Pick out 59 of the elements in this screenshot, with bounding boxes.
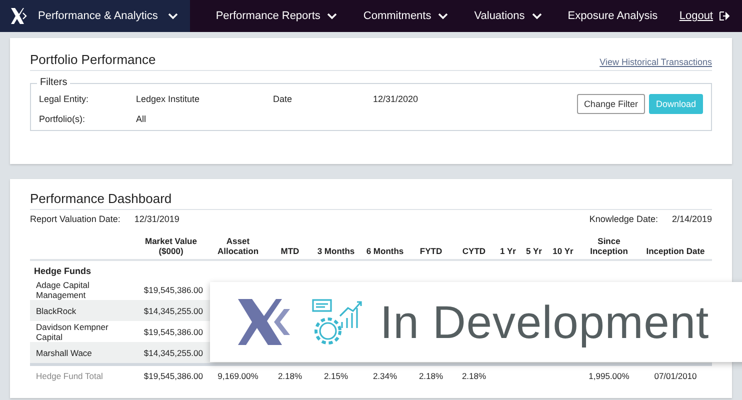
table-cell-text: 2.34% bbox=[372, 371, 398, 381]
table-cell-text: $19,545,386.00 bbox=[142, 371, 204, 381]
nav-menu[interactable]: Performance Reports bbox=[216, 10, 338, 22]
logo-icon bbox=[10, 7, 28, 25]
table-cell-text: 2.18% bbox=[276, 371, 304, 381]
fund-name: Adage Capital Management bbox=[35, 280, 90, 300]
column-header: Inception Date bbox=[645, 246, 706, 256]
logout-link[interactable]: Logout bbox=[679, 10, 713, 22]
table-cell-text: $14,345,255.00 bbox=[142, 348, 204, 358]
column-header: 10 Yr bbox=[552, 246, 574, 256]
status-text: In Development bbox=[380, 295, 710, 349]
column-header: Since Inception bbox=[589, 236, 629, 256]
table-cell-text: $19,545,386.00 bbox=[142, 326, 204, 336]
filter-label: Legal Entity: bbox=[39, 94, 90, 104]
fund-name: Marshall Wace bbox=[35, 348, 93, 358]
date-value: 2/14/2019 bbox=[672, 214, 712, 224]
date-label: Report Valuation Date: bbox=[30, 214, 120, 224]
table-cell-text: 2.18% bbox=[418, 371, 444, 381]
logout-icon bbox=[719, 11, 730, 21]
filter-label: Portfolio(s): bbox=[39, 114, 86, 124]
section-title: Portfolio Performance bbox=[30, 52, 156, 67]
column-header: 3 Months bbox=[316, 246, 356, 256]
column-header: FYTD bbox=[418, 246, 444, 256]
table-cell-text: 2.15% bbox=[322, 371, 350, 381]
column-header: Market Value ($000) bbox=[144, 236, 198, 256]
fund-name: BlackRock bbox=[35, 306, 78, 316]
table-cell-text: 2.18% bbox=[460, 371, 488, 381]
table-cell-text: $19,545,386.00 bbox=[142, 284, 204, 294]
table-cell-text: 07/01/2010 bbox=[653, 371, 698, 381]
nav-menu[interactable]: Commitments bbox=[363, 10, 448, 22]
total-label: Hedge Fund Total bbox=[35, 371, 104, 381]
history-link[interactable]: View Historical Transactions bbox=[600, 57, 712, 67]
table-cell-text: 1,995.00% bbox=[588, 371, 630, 381]
filter-value: All bbox=[136, 114, 148, 124]
column-header: CYTD bbox=[461, 246, 487, 256]
column-header: 1 Yr bbox=[499, 246, 517, 256]
chevron-down-icon bbox=[438, 12, 448, 20]
group-heading: Hedge Funds bbox=[33, 265, 92, 278]
filter-value: Ledgex Institute bbox=[136, 94, 201, 104]
nav-menu[interactable]: Valuations bbox=[474, 10, 542, 22]
change-filter-button[interactable]: Change Filter bbox=[576, 94, 645, 114]
column-header: MTD bbox=[280, 246, 300, 256]
column-header: 5 Yr bbox=[525, 246, 543, 256]
section-title: Performance Dashboard bbox=[30, 191, 172, 206]
column-header: Asset Allocation bbox=[216, 236, 260, 256]
table-cell-text: 9,169.00% bbox=[216, 371, 260, 381]
column-header: 6 Months bbox=[365, 246, 405, 256]
table-cell-text: $14,345,255.00 bbox=[142, 306, 204, 316]
fund-name: Davidson Kempner Capital bbox=[35, 322, 110, 342]
chevron-down-icon bbox=[327, 12, 338, 20]
gear-chart-icon bbox=[312, 298, 364, 346]
chevron-down-icon bbox=[532, 12, 542, 20]
date-label: Knowledge Date: bbox=[589, 214, 658, 224]
chevron-down-icon bbox=[168, 12, 178, 20]
filter-value: 12/31/2020 bbox=[373, 94, 420, 104]
filters-legend: Filters bbox=[37, 77, 70, 88]
filter-label: Date bbox=[273, 94, 294, 104]
nav-menu[interactable]: Exposure Analysis bbox=[568, 10, 658, 22]
date-value: 12/31/2019 bbox=[134, 214, 180, 224]
